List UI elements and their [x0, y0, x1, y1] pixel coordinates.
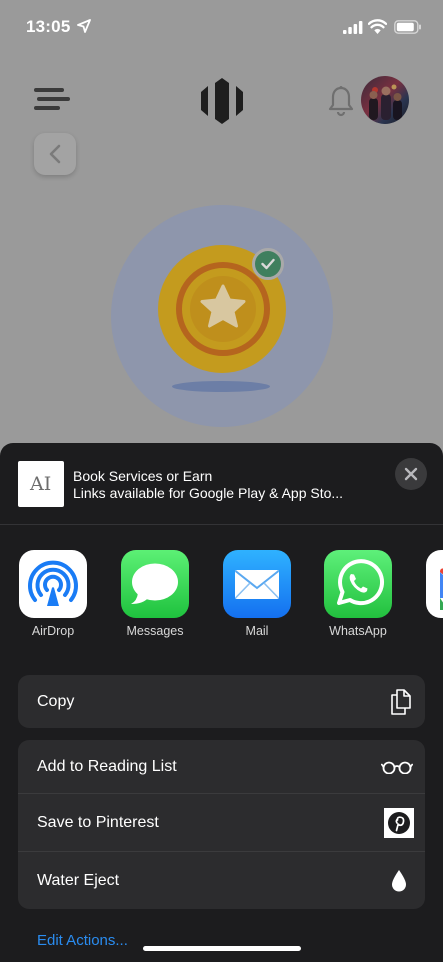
edit-actions-link[interactable]: Edit Actions... — [37, 932, 128, 949]
action-label: Copy — [37, 692, 75, 710]
cellular-signal-icon — [343, 21, 363, 34]
water-drop-icon — [392, 869, 406, 891]
copy-icon — [391, 688, 411, 715]
action-label: Save to Pinterest — [37, 813, 159, 831]
action-water-eject[interactable]: Water Eject — [18, 851, 425, 909]
actions-group: Add to Reading List Save to Pinterest Wa… — [18, 740, 425, 909]
document-thumbnail: AI — [18, 461, 64, 507]
share-sheet: AI Book Services or Earn Links available… — [0, 443, 443, 962]
back-button[interactable] — [34, 133, 76, 175]
status-time: 13:05 — [26, 17, 71, 36]
app-logo — [201, 78, 243, 124]
location-arrow-icon — [77, 19, 91, 33]
coin-shadow — [172, 381, 270, 392]
app-label: WhatsApp — [329, 624, 387, 638]
mail-icon — [223, 550, 291, 618]
whatsapp-icon — [324, 550, 392, 618]
app-label: Messages — [126, 624, 184, 638]
share-apps-row: AirDrop Messages Mail WhatsApp — [0, 550, 443, 650]
notification-bell-icon[interactable] — [327, 85, 355, 117]
share-app-messages[interactable]: Messages — [110, 550, 200, 642]
close-button[interactable] — [395, 458, 427, 490]
star-icon — [200, 284, 246, 328]
copy-group: Copy — [18, 675, 425, 728]
messages-icon — [121, 550, 189, 618]
wifi-icon — [368, 19, 387, 34]
action-label: Water Eject — [37, 871, 120, 889]
menu-icon[interactable] — [34, 88, 70, 114]
chevron-left-icon — [49, 144, 61, 164]
battery-icon — [394, 20, 421, 34]
share-app-mail[interactable]: Mail — [212, 550, 302, 642]
share-sheet-header: AI Book Services or Earn Links available… — [0, 443, 443, 525]
share-app-whatsapp[interactable]: WhatsApp — [313, 550, 403, 642]
share-app-partial[interactable] — [415, 550, 443, 642]
share-app-airdrop[interactable]: AirDrop — [8, 550, 98, 642]
home-indicator — [143, 946, 301, 951]
action-add-to-reading-list[interactable]: Add to Reading List — [18, 740, 425, 793]
action-label: Add to Reading List — [37, 757, 177, 775]
close-icon — [404, 467, 418, 481]
app-label: AirDrop — [31, 624, 75, 638]
pinterest-icon — [384, 807, 414, 838]
copy-action[interactable]: Copy — [18, 675, 425, 728]
verified-check-icon — [252, 248, 284, 280]
status-bar: 13:05 — [0, 0, 443, 56]
document-glyph: AI — [30, 473, 52, 495]
glasses-icon — [381, 761, 413, 774]
app-label: Mail — [245, 624, 269, 638]
share-title: Book Services or Earn — [73, 468, 213, 484]
airdrop-icon — [19, 550, 87, 618]
action-save-to-pinterest[interactable]: Save to Pinterest — [18, 793, 425, 851]
avatar[interactable] — [361, 76, 409, 124]
gmail-icon — [426, 550, 443, 618]
share-subtitle: Links available for Google Play & App St… — [73, 485, 344, 501]
